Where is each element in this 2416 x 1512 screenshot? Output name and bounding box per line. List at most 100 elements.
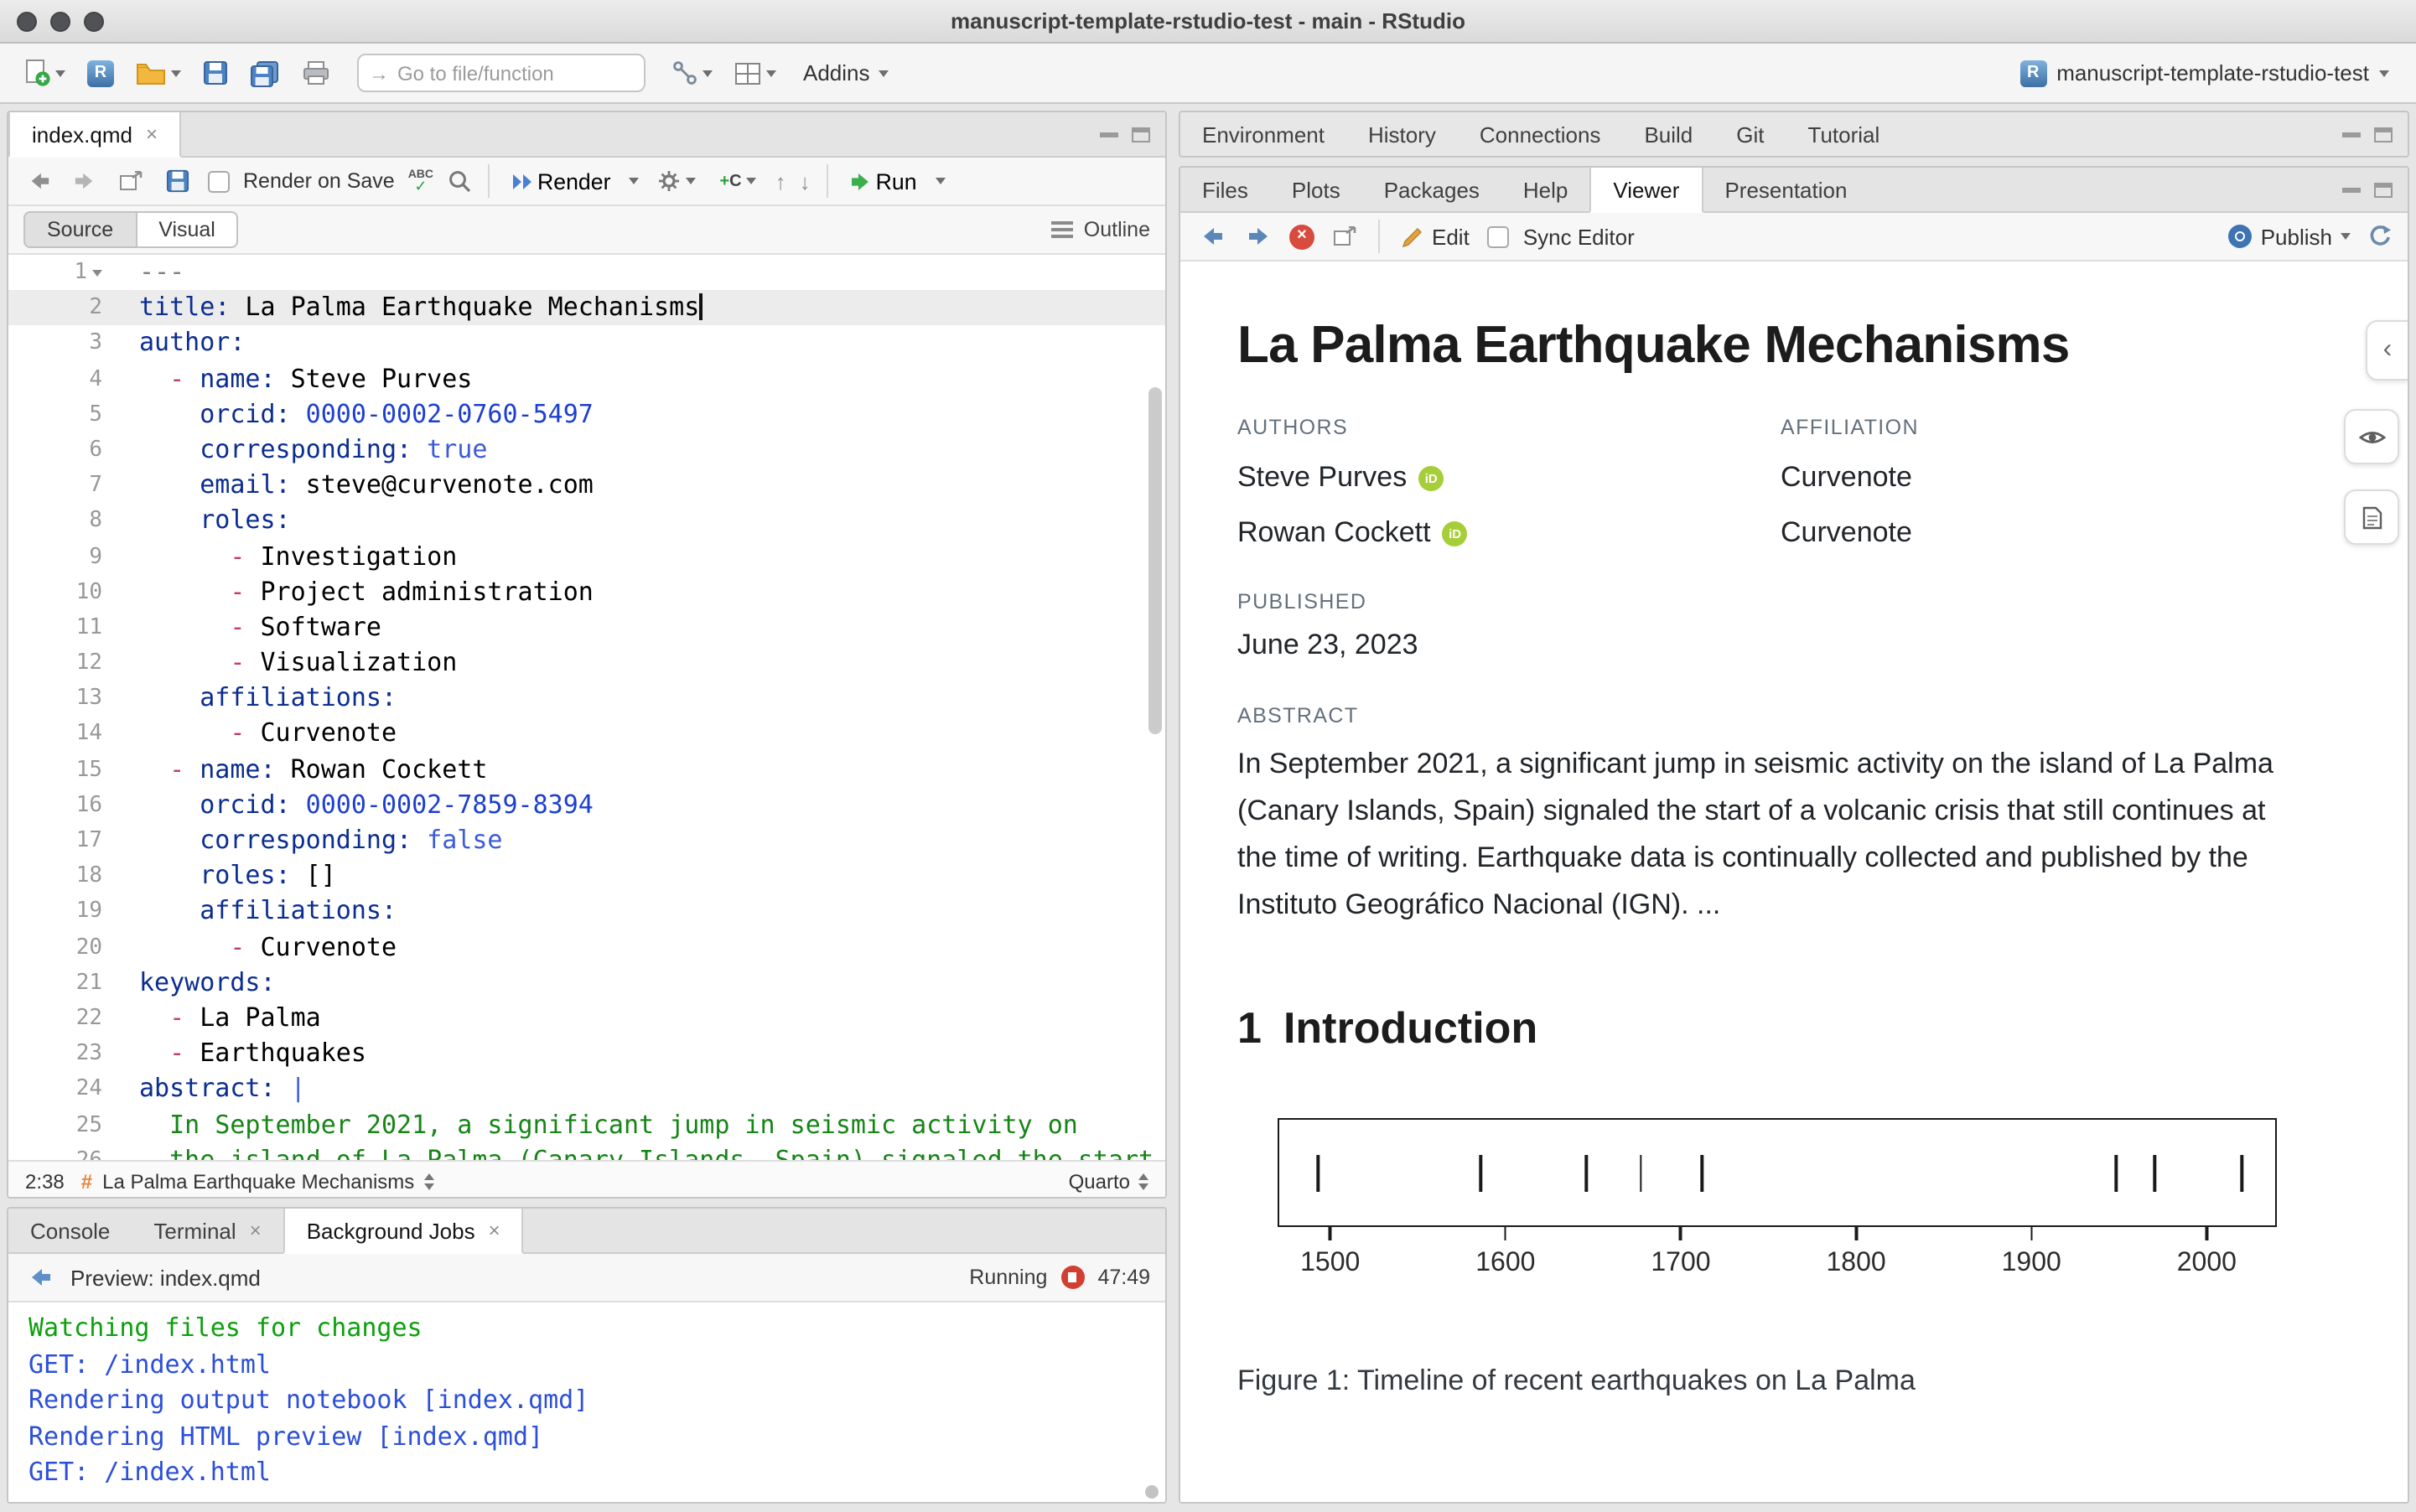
fold-chevron-icon[interactable] <box>92 269 102 276</box>
code-line-18[interactable]: 18 roles: [] <box>8 858 1165 893</box>
back-button[interactable] <box>23 168 55 194</box>
tab-files[interactable]: Files <box>1180 168 1270 211</box>
maximize-pane-icon[interactable] <box>1132 127 1150 142</box>
tab-help[interactable]: Help <box>1501 168 1590 211</box>
refresh-icon[interactable] <box>2367 225 2393 248</box>
close-icon[interactable]: × <box>250 1219 262 1242</box>
forward-button[interactable] <box>69 168 101 194</box>
annotation-show-button[interactable] <box>2344 409 2399 464</box>
code-line-21[interactable]: 21keywords: <box>8 966 1165 1001</box>
popout-button[interactable] <box>114 168 148 194</box>
code-line-9[interactable]: 9 - Investigation <box>8 539 1165 574</box>
code-line-16[interactable]: 16 orcid: 0000-0002-7859-8394 <box>8 788 1165 823</box>
close-icon[interactable]: × <box>146 122 158 146</box>
publish-button[interactable]: Publish <box>2224 220 2356 252</box>
save-all-button[interactable] <box>245 56 285 90</box>
version-control-button[interactable] <box>667 57 718 89</box>
new-project-button[interactable]: R <box>82 56 119 90</box>
symbol-selector[interactable]: # La Palma Earthquake Mechanisms <box>81 1169 435 1193</box>
addins-menu[interactable]: Addins <box>793 57 899 89</box>
code-line-26[interactable]: 26 the island of La Palma (Canary Island… <box>8 1142 1165 1160</box>
sidebar-collapse-button[interactable]: ‹ <box>2366 320 2408 381</box>
search-icon[interactable] <box>447 169 470 193</box>
goto-file-input[interactable] <box>397 61 615 85</box>
maximize-pane-icon[interactable] <box>2374 127 2393 142</box>
source-mode-button[interactable]: Source <box>23 211 137 248</box>
minimize-pane-icon[interactable] <box>1100 132 1118 137</box>
edit-button[interactable]: Edit <box>1397 220 1475 252</box>
maximize-pane-icon[interactable] <box>2374 182 2393 197</box>
filetype-selector[interactable]: Quarto <box>1069 1169 1148 1193</box>
viewer-back-button[interactable] <box>1195 223 1229 250</box>
tab-viewer[interactable]: Viewer <box>1589 168 1703 213</box>
code-line-8[interactable]: 8 roles: <box>8 504 1165 539</box>
zoom-window-button[interactable] <box>84 11 104 31</box>
code-line-1[interactable]: 1--- <box>8 255 1165 290</box>
code-line-11[interactable]: 11 - Software <box>8 610 1165 645</box>
settings-button[interactable] <box>652 166 701 196</box>
editor-scrollbar-thumb[interactable] <box>1148 387 1162 734</box>
code-line-2[interactable]: 2title: La Palma Earthquake Mechanisms <box>8 290 1165 325</box>
code-editor[interactable]: 1---2title: La Palma Earthquake Mechanis… <box>8 255 1165 1160</box>
code-line-12[interactable]: 12 - Visualization <box>8 645 1165 681</box>
scrollbar-knob[interactable] <box>1145 1485 1159 1499</box>
print-button[interactable] <box>297 57 335 89</box>
tab-presentation[interactable]: Presentation <box>1703 168 1869 211</box>
code-line-15[interactable]: 15 - name: Rowan Cockett <box>8 752 1165 787</box>
minimize-pane-icon[interactable] <box>2342 187 2361 192</box>
tab-connections[interactable]: Connections <box>1458 112 1623 158</box>
open-file-button[interactable] <box>131 58 186 88</box>
code-line-5[interactable]: 5 orcid: 0000-0002-0760-5497 <box>8 397 1165 432</box>
code-line-14[interactable]: 14 - Curvenote <box>8 717 1165 752</box>
run-button[interactable]: Run <box>846 165 922 197</box>
clear-viewer-icon[interactable]: × <box>1289 224 1314 249</box>
code-line-19[interactable]: 19 affiliations: <box>8 894 1165 929</box>
code-line-25[interactable]: 25 In September 2021, a significant jump… <box>8 1107 1165 1142</box>
tab-tutorial[interactable]: Tutorial <box>1786 112 1902 158</box>
tab-terminal[interactable]: Terminal× <box>132 1209 283 1252</box>
render-on-save-checkbox[interactable] <box>208 170 230 192</box>
orcid-icon[interactable]: iD <box>1418 465 1444 490</box>
minimize-pane-icon[interactable] <box>2342 132 2361 137</box>
goto-file-box[interactable]: → <box>357 54 645 92</box>
stop-job-icon[interactable] <box>1060 1266 1084 1289</box>
insert-chunk-button[interactable]: +C <box>714 168 761 194</box>
project-menu[interactable]: R manuscript-template-rstudio-test <box>2009 56 2399 90</box>
code-line-3[interactable]: 3author: <box>8 326 1165 361</box>
code-line-17[interactable]: 17 corresponding: false <box>8 823 1165 858</box>
tab-console[interactable]: Console <box>8 1209 132 1252</box>
render-button[interactable]: Render <box>505 165 615 197</box>
back-button[interactable] <box>23 1264 57 1291</box>
code-line-20[interactable]: 20 - Curvenote <box>8 929 1165 965</box>
tab-background-jobs[interactable]: Background Jobs× <box>283 1209 524 1254</box>
spellcheck-icon[interactable]: ABC✓ <box>408 168 433 194</box>
code-line-22[interactable]: 22 - La Palma <box>8 1001 1165 1036</box>
tab-history[interactable]: History <box>1346 112 1458 158</box>
annotation-note-button[interactable] <box>2344 489 2399 545</box>
code-line-7[interactable]: 7 email: steve@curvenote.com <box>8 468 1165 503</box>
code-line-13[interactable]: 13 affiliations: <box>8 681 1165 717</box>
tab-git[interactable]: Git <box>1714 112 1786 158</box>
code-line-10[interactable]: 10 - Project administration <box>8 574 1165 609</box>
visual-mode-button[interactable]: Visual <box>137 211 239 248</box>
tab-plots[interactable]: Plots <box>1270 168 1362 211</box>
sync-editor-checkbox[interactable] <box>1488 225 1510 247</box>
panes-layout-button[interactable] <box>729 58 781 88</box>
minimize-window-button[interactable] <box>50 11 70 31</box>
chevron-down-icon[interactable] <box>936 178 946 184</box>
orcid-icon[interactable]: iD <box>1443 520 1468 546</box>
run-next-icon[interactable]: ↓ <box>800 168 811 194</box>
outline-toggle[interactable]: Outline <box>1052 218 1150 241</box>
tab-index-qmd[interactable]: index.qmd × <box>8 112 181 158</box>
close-window-button[interactable] <box>17 11 37 31</box>
close-icon[interactable]: × <box>489 1219 500 1242</box>
new-file-button[interactable] <box>17 55 70 91</box>
viewer-popout-button[interactable] <box>1328 223 1361 250</box>
tab-build[interactable]: Build <box>1622 112 1714 158</box>
save-button[interactable] <box>198 57 233 89</box>
code-line-24[interactable]: 24abstract: | <box>8 1072 1165 1107</box>
save-button[interactable] <box>161 166 194 196</box>
code-line-6[interactable]: 6 corresponding: true <box>8 432 1165 468</box>
job-output[interactable]: Watching files for changesGET: /index.ht… <box>8 1302 1165 1504</box>
chevron-down-icon[interactable] <box>629 178 639 184</box>
